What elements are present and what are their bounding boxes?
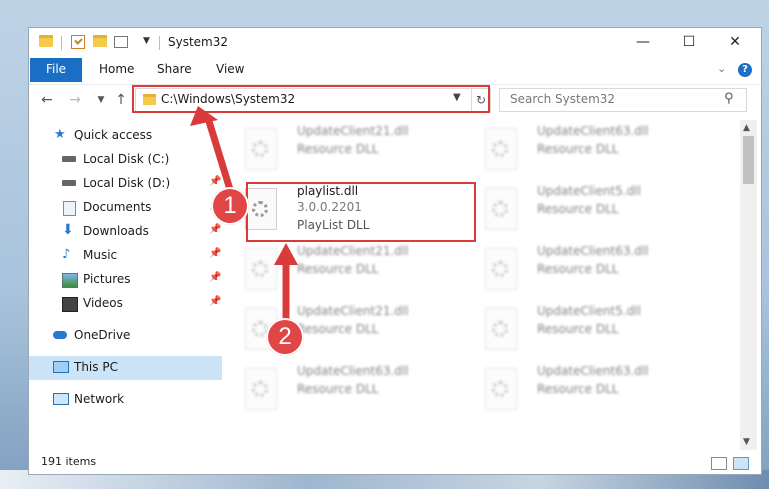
arrow-1	[190, 106, 236, 200]
arrow-2	[274, 243, 298, 326]
annotation-arrows	[190, 106, 298, 326]
step-badge-2: 2	[266, 318, 304, 356]
step-badge-1: 1	[211, 187, 249, 225]
